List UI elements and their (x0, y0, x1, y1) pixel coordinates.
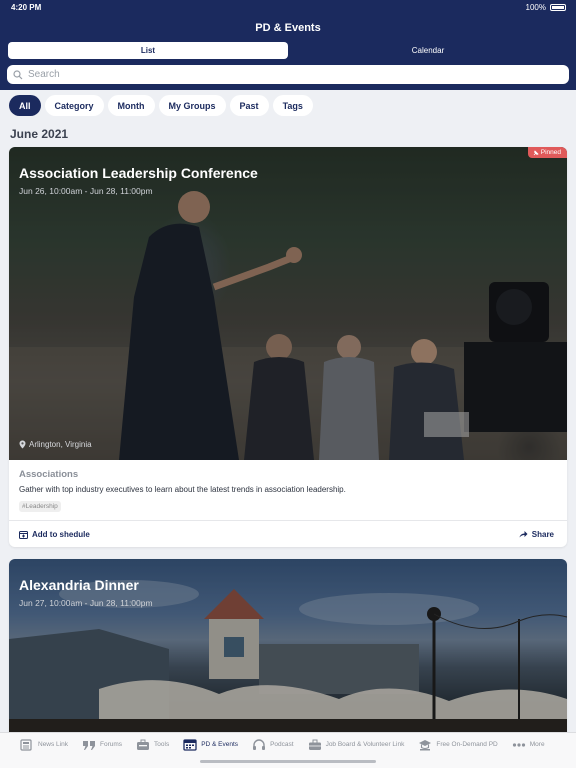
pinned-label: Pinned (540, 149, 561, 156)
share-icon (519, 531, 528, 538)
toolbox-icon (137, 739, 150, 750)
filter-past[interactable]: Past (229, 95, 269, 116)
pinned-badge: Pinned (527, 147, 567, 158)
quote-icon (82, 740, 95, 750)
app-header: 4:20 PM 100% PD & Events List Calendar (0, 0, 576, 90)
briefcase-icon (308, 739, 321, 750)
status-battery: 100% (526, 3, 566, 12)
event-card[interactable]: Pinned Association Leadership Conference… (9, 147, 567, 547)
filter-chips: All Category Month My Groups Past Tags (9, 95, 313, 116)
event-location: Arlington, Virginia (19, 440, 92, 449)
tab-pd-events[interactable]: PD & Events (183, 737, 238, 752)
calendar-tab[interactable]: Calendar (288, 42, 568, 59)
tab-news-link[interactable]: News Link (20, 737, 68, 752)
battery-icon (550, 4, 566, 11)
search-icon (13, 69, 23, 79)
tab-label: Free On-Demand PD (436, 741, 498, 748)
battery-percent: 100% (525, 3, 546, 12)
tab-on-demand-pd[interactable]: Free On-Demand PD (418, 737, 498, 752)
event-dates: Jun 27, 10:00am - Jun 28, 11:00pm (19, 598, 153, 608)
month-heading: June 2021 (10, 127, 69, 141)
tab-forums[interactable]: Forums (82, 737, 122, 752)
tab-label: News Link (38, 741, 68, 748)
page-title: PD & Events (255, 22, 321, 34)
home-indicator[interactable] (200, 760, 376, 763)
list-tab[interactable]: List (8, 42, 288, 59)
event-body: Associations Gather with top industry ex… (9, 460, 567, 513)
event-category: Associations (19, 469, 79, 480)
event-title: Association Leadership Conference (19, 165, 258, 181)
status-time: 4:20 PM (11, 3, 42, 12)
tab-bar: News Link Forums Tools PD & Events Podca… (0, 732, 576, 768)
graduation-icon (419, 739, 432, 750)
filter-month[interactable]: Month (107, 95, 155, 116)
calendar-icon (183, 739, 197, 751)
location-label: Arlington, Virginia (29, 440, 92, 449)
filter-tags[interactable]: Tags (272, 95, 313, 116)
view-toggle: List Calendar (8, 42, 568, 59)
filter-my-groups[interactable]: My Groups (158, 95, 226, 116)
share-label: Share (531, 529, 554, 539)
more-icon (512, 742, 525, 747)
tab-more[interactable]: More (512, 737, 545, 752)
tab-label: Tools (154, 741, 170, 748)
calendar-add-icon (19, 530, 28, 539)
share-button[interactable]: Share (519, 530, 554, 539)
filter-category[interactable]: Category (44, 95, 104, 116)
event-image: Alexandria Dinner Jun 27, 10:00am - Jun … (9, 559, 567, 739)
event-actions: Add to shedule Share (9, 520, 567, 547)
location-pin-icon (19, 440, 26, 449)
search-bar[interactable] (7, 65, 569, 84)
search-input[interactable] (28, 69, 548, 80)
tab-job-board[interactable]: Job Board & Volunteer Link (308, 737, 405, 752)
tab-label: Job Board & Volunteer Link (325, 741, 405, 748)
event-image: Pinned Association Leadership Conference… (9, 147, 567, 460)
tab-label: PD & Events (201, 741, 239, 748)
event-card[interactable]: Alexandria Dinner Jun 27, 10:00am - Jun … (9, 559, 567, 739)
pin-icon (533, 149, 539, 155)
tab-label: Podcast (270, 741, 294, 748)
news-icon (20, 738, 32, 751)
tab-tools[interactable]: Tools (136, 737, 169, 752)
headphones-icon (253, 738, 266, 750)
tab-podcast[interactable]: Podcast (252, 737, 294, 752)
filter-all[interactable]: All (9, 95, 41, 116)
event-tag[interactable]: #Leadership (19, 501, 61, 512)
event-dates: Jun 26, 10:00am - Jun 28, 11:00pm (19, 186, 153, 196)
add-to-schedule-label: Add to shedule (32, 529, 90, 539)
tab-label: More (529, 741, 545, 748)
add-to-schedule-button[interactable]: Add to shedule (19, 530, 90, 539)
event-title: Alexandria Dinner (19, 577, 139, 593)
event-description: Gather with top industry executives to l… (19, 485, 346, 494)
tab-label: Forums (99, 741, 123, 748)
